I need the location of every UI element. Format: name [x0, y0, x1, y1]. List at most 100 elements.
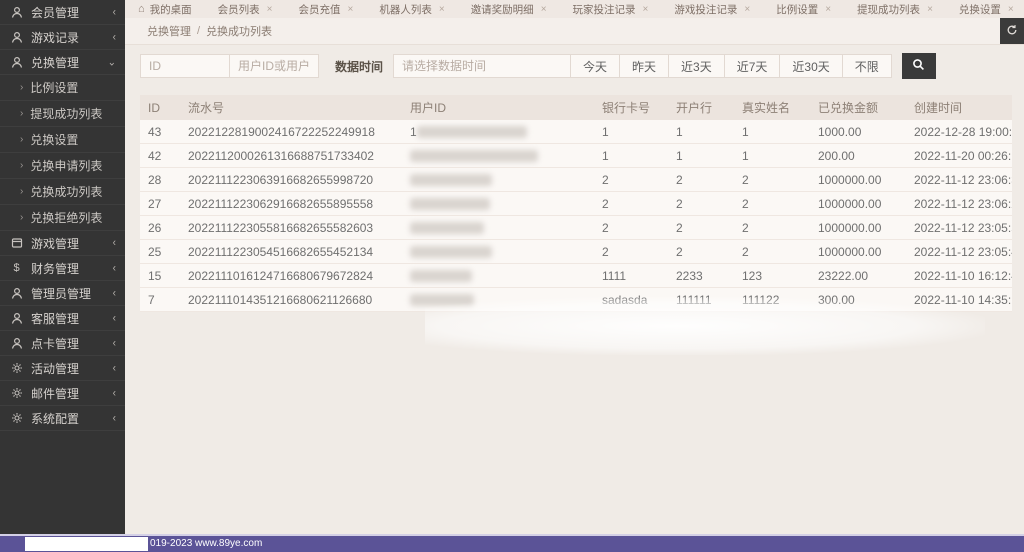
cell-real-name: 123 — [734, 263, 810, 288]
sidebar-subitem-兑换申请列表[interactable]: › 兑换申请列表 — [0, 153, 125, 179]
sidebar-subitem-兑换拒绝列表[interactable]: › 兑换拒绝列表 — [0, 205, 125, 231]
sidebar-item-label: 系统配置 — [31, 411, 80, 426]
table-row: 42 2022112000261316688751733402 1 1 1 200.00 2… — [140, 143, 1012, 168]
sidebar-subitem-label: 兑换成功列表 — [30, 185, 103, 199]
cell-bank: 2 — [668, 167, 734, 192]
sidebar-item-label: 活动管理 — [31, 361, 80, 376]
sidebar-item-兑换管理[interactable]: 兑换管理 ⌄ — [0, 50, 125, 75]
cell-bank: 2 — [668, 239, 734, 264]
sidebar-subitem-兑换成功列表[interactable]: › 兑换成功列表 — [0, 179, 125, 205]
close-icon[interactable]: × — [1008, 4, 1014, 15]
tab-比例设置[interactable]: 比例设置 × — [763, 0, 844, 18]
cell-bank: 2233 — [668, 263, 734, 288]
quick-date-button-不限[interactable]: 不限 — [841, 54, 892, 78]
tab-游戏投注记录[interactable]: 游戏投注记录 × — [661, 0, 763, 18]
search-icon — [912, 58, 925, 74]
tab-我的桌面[interactable]: ⌂ 我的桌面 — [125, 0, 205, 18]
close-icon[interactable]: × — [267, 4, 273, 15]
home-icon: ⌂ — [138, 3, 145, 15]
close-icon[interactable]: × — [348, 4, 354, 15]
redacted-user-id — [416, 126, 527, 139]
cell-id: 27 — [140, 191, 180, 216]
tab-会员列表[interactable]: 会员列表 × — [205, 0, 286, 18]
sidebar-item-系统配置[interactable]: 系统配置 ‹ — [0, 406, 125, 431]
breadcrumb-separator: / — [197, 25, 201, 37]
close-icon[interactable]: × — [643, 4, 649, 15]
cell-id: 43 — [140, 120, 180, 144]
tab-邀请奖励明细[interactable]: 邀请奖励明细 × — [458, 0, 560, 18]
tab-机器人列表[interactable]: 机器人列表 × — [366, 0, 457, 18]
sidebar-item-label: 点卡管理 — [31, 336, 80, 351]
cell-real-name: 2 — [734, 215, 810, 240]
close-icon[interactable]: × — [439, 4, 445, 15]
tab-label: 我的桌面 — [149, 3, 192, 16]
cell-created: 2022-11-20 00:26:13 — [906, 143, 1012, 168]
quick-date-button-近7天[interactable]: 近7天 — [723, 54, 781, 78]
sidebar-item-点卡管理[interactable]: 点卡管理 ‹ — [0, 331, 125, 356]
tab-玩家投注记录[interactable]: 玩家投注记录 × — [560, 0, 662, 18]
sidebar-subitem-提现成功列表[interactable]: › 提现成功列表 — [0, 101, 125, 127]
breadcrumb-parent: 兑换管理 — [147, 26, 191, 38]
cell-user-id — [402, 143, 594, 168]
main-area: ⌂ 我的桌面 会员列表 × 会员充值 × 机器人列表 × 邀请奖励明细 × 玩家投注记录 × 游戏投注记… — [125, 0, 1024, 534]
refresh-button[interactable] — [1000, 18, 1024, 44]
sidebar-item-游戏管理[interactable]: 游戏管理 ‹ — [0, 231, 125, 256]
close-icon[interactable]: × — [744, 4, 750, 15]
chevron-right-icon: › — [20, 160, 24, 171]
redacted-user-id — [410, 246, 492, 259]
redacted-user-id — [410, 198, 490, 211]
cell-created: 2022-12-28 19:00:24 — [906, 120, 1012, 144]
close-icon[interactable]: × — [927, 4, 933, 15]
date-filter-input[interactable] — [393, 54, 572, 78]
chevron-left-icon: ‹ — [112, 286, 116, 300]
sidebar-item-财务管理[interactable]: $ 财务管理 ‹ — [0, 256, 125, 281]
user-icon — [9, 287, 24, 300]
sidebar-item-邮件管理[interactable]: 邮件管理 ‹ — [0, 381, 125, 406]
cell-id: 42 — [140, 143, 180, 168]
sidebar-item-游戏记录[interactable]: 游戏记录 ‹ — [0, 25, 125, 50]
quick-date-button-昨天[interactable]: 昨天 — [619, 54, 670, 78]
quick-date-button-近3天[interactable]: 近3天 — [668, 54, 725, 78]
cell-user-id — [402, 215, 594, 240]
sidebar-subitem-兑换设置[interactable]: › 兑换设置 — [0, 127, 125, 153]
tab-label: 机器人列表 — [379, 3, 432, 16]
close-icon[interactable]: × — [825, 4, 831, 15]
quick-date-button-今天[interactable]: 今天 — [570, 54, 621, 78]
cell-amount: 1000000.00 — [810, 167, 906, 192]
sidebar-subitem-label: 兑换申请列表 — [30, 159, 103, 173]
chevron-right-icon: › — [20, 108, 24, 119]
window-icon — [9, 237, 24, 249]
cell-amount: 1000.00 — [810, 120, 906, 144]
sidebar-item-label: 客服管理 — [31, 311, 80, 326]
cell-bank-card: 2 — [594, 215, 668, 240]
close-icon[interactable]: × — [541, 4, 547, 15]
cell-user-id — [402, 239, 594, 264]
column-header-已兑换金额: 已兑换金额 — [810, 95, 906, 120]
user-filter-input[interactable] — [229, 54, 319, 78]
breadcrumb-bar: 兑换管理 / 兑换成功列表 — [125, 18, 1024, 45]
table-row: 43 2022122819002416722252249918 1 1 1 1 1000.0… — [140, 120, 1012, 144]
quick-date-button-近30天[interactable]: 近30天 — [779, 54, 843, 78]
table-row: 26 2022111223055816682655582603 2 2 2 1000000… — [140, 215, 1012, 240]
cell-real-name: 2 — [734, 167, 810, 192]
cell-id: 26 — [140, 215, 180, 240]
tab-会员充值[interactable]: 会员充值 × — [286, 0, 367, 18]
cell-serial: 2022111223062916682655895558 — [180, 191, 402, 216]
chevron-right-icon: › — [20, 212, 24, 223]
search-button[interactable] — [901, 53, 936, 79]
tab-兑换设置[interactable]: 兑换设置 × — [946, 0, 1024, 18]
sidebar-item-label: 会员管理 — [31, 5, 80, 20]
sidebar-item-会员管理[interactable]: 会员管理 ‹ — [0, 0, 125, 25]
table-row: 28 2022111223063916682655998720 2 2 2 1000000… — [140, 167, 1012, 192]
tab-提现成功列表[interactable]: 提现成功列表 × — [844, 0, 946, 18]
cell-user-id — [402, 167, 594, 192]
tab-label: 邀请奖励明细 — [470, 3, 534, 16]
cell-bank-card: 2 — [594, 191, 668, 216]
sidebar-item-客服管理[interactable]: 客服管理 ‹ — [0, 306, 125, 331]
cell-real-name: 1 — [734, 143, 810, 168]
sidebar-subitem-比例设置[interactable]: › 比例设置 — [0, 75, 125, 101]
id-filter-input[interactable] — [140, 54, 230, 78]
sidebar-item-活动管理[interactable]: 活动管理 ‹ — [0, 356, 125, 381]
sidebar-item-管理员管理[interactable]: 管理员管理 ‹ — [0, 281, 125, 306]
cell-serial: 2022112000261316688751733402 — [180, 143, 402, 168]
